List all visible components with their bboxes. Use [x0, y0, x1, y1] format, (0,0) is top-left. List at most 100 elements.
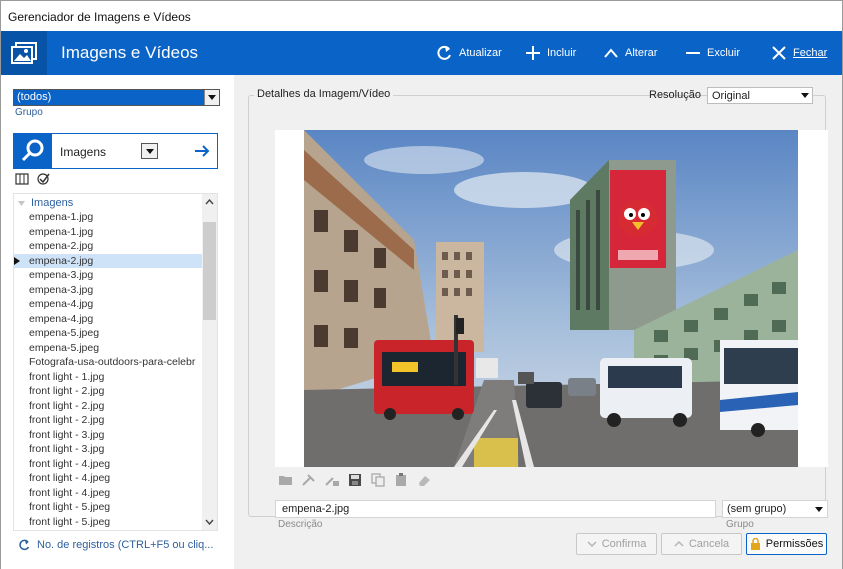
scroll-down-icon[interactable]	[202, 514, 217, 530]
image-group-combo[interactable]: (sem grupo)	[722, 500, 828, 518]
refresh-icon	[437, 45, 451, 60]
scroll-thumb[interactable]	[203, 222, 216, 320]
list-item[interactable]: empena-2.jpg	[14, 253, 203, 268]
close-button[interactable]: Fechar	[771, 43, 827, 63]
cancel-label: Cancela	[688, 538, 730, 550]
image-tools	[278, 472, 432, 488]
list-item-label: front light - 5.jpeg	[29, 515, 111, 528]
check-icon	[587, 541, 597, 548]
check-filter-icon[interactable]	[37, 172, 51, 186]
list-item[interactable]: empena-3.jpg	[14, 283, 203, 298]
list-item[interactable]: empena-1.jpg	[14, 225, 203, 240]
add-button[interactable]: Incluir	[525, 43, 576, 63]
copy-icon[interactable]	[370, 472, 386, 488]
eraser-icon[interactable]	[416, 472, 432, 488]
list-item-label: empena-2.jpg	[29, 240, 94, 252]
add-label: Incluir	[547, 47, 577, 59]
list-item[interactable]: front light - 4.jpeg	[14, 486, 203, 501]
list-item-label: empena-5.jpeg	[29, 341, 100, 354]
list-item-label: empena-1.jpg	[29, 211, 94, 223]
left-panel: (todos) Grupo Imagens Imagens empena-1.j…	[1, 75, 234, 569]
scan-settings-icon[interactable]	[324, 472, 340, 488]
page-title: Imagens e Vídeos	[61, 43, 199, 62]
search-type-dropdown[interactable]	[141, 143, 158, 159]
resolution-label: Resolução	[649, 89, 701, 101]
collapse-icon	[18, 200, 25, 206]
list-item[interactable]: front light - 3.jpg	[14, 428, 203, 443]
plus-icon	[526, 46, 540, 60]
list-item[interactable]: front light - 5.jpeg	[14, 500, 203, 515]
list-scrollbar[interactable]	[202, 194, 217, 530]
list-item[interactable]: front light - 2.jpg	[14, 399, 203, 414]
list-item-label: front light - 2.jpg	[29, 385, 105, 397]
list-item-label: front light - 4.jpeg	[29, 472, 111, 484]
columns-icon[interactable]	[15, 172, 29, 186]
permissions-button[interactable]: Permissões	[746, 533, 827, 555]
delete-button[interactable]: Excluir	[685, 43, 740, 63]
chevron-down-icon[interactable]	[204, 90, 219, 105]
image-group-label: Grupo	[726, 519, 754, 530]
list-item[interactable]: front light - 2.jpg	[14, 384, 203, 399]
search-box: Imagens	[13, 133, 218, 169]
refresh-button[interactable]: Atualizar	[435, 43, 502, 63]
list-item[interactable]: front light - 4.jpeg	[14, 471, 203, 486]
open-folder-icon[interactable]	[278, 472, 294, 488]
lock-icon	[750, 538, 760, 550]
list-item-label: front light - 2.jpg	[29, 414, 105, 426]
close-icon	[772, 46, 786, 60]
save-icon[interactable]	[347, 472, 363, 488]
arrow-right-icon[interactable]	[193, 142, 211, 163]
resolution-combo[interactable]: Original	[707, 87, 813, 104]
group-filter-combo[interactable]: (todos)	[13, 89, 220, 106]
title-bar: Gerenciador de Imagens e Vídeos	[1, 1, 842, 31]
scroll-up-icon[interactable]	[202, 194, 217, 210]
paste-icon[interactable]	[393, 472, 409, 488]
cancel-button[interactable]: Cancela	[661, 533, 742, 555]
list-item[interactable]: empena-5.jpeg	[14, 341, 203, 356]
chevron-down-icon[interactable]	[812, 502, 826, 516]
list-item[interactable]: empena-2.jpg	[14, 239, 203, 254]
list-item-label: front light - 4.jpeg	[29, 486, 111, 499]
list-item-label: front light - 3.jpg	[29, 428, 105, 441]
details-group: empena-2.jpg Descrição (sem grupo) Grupo	[248, 95, 828, 530]
record-count-text: No. de registros (CTRL+F5 ou cliq...	[37, 539, 214, 551]
window-title: Gerenciador de Imagens e Vídeos	[8, 10, 191, 24]
list-header-label: Imagens	[31, 197, 74, 209]
list-body: empena-1.jpg empena-1.jpg empena-2.jpg empe…	[14, 210, 203, 529]
edit-label: Alterar	[625, 47, 658, 59]
refresh-small-icon	[19, 539, 30, 551]
list-item[interactable]: front light - 2.jpg	[14, 413, 203, 428]
list-item[interactable]: front light - 1.jpg	[14, 370, 203, 385]
current-row-marker-icon	[14, 256, 20, 265]
list-item[interactable]: empena-4.jpg	[14, 297, 203, 312]
image-group-value: (sem grupo)	[727, 503, 787, 515]
list-item-label: front light - 1.jpg	[29, 370, 105, 383]
confirm-button[interactable]: Confirma	[576, 533, 657, 555]
list-item[interactable]: empena-5.jpeg	[14, 326, 203, 341]
edit-button[interactable]: Alterar	[603, 43, 657, 63]
list-item[interactable]: empena-1.jpg	[14, 210, 203, 225]
resolution-value: Original	[712, 90, 750, 102]
search-icon[interactable]	[14, 134, 52, 168]
record-count-link[interactable]: No. de registros (CTRL+F5 ou cliq...	[18, 539, 213, 551]
chevron-down-icon[interactable]	[797, 88, 812, 103]
description-field[interactable]: empena-2.jpg	[275, 500, 716, 518]
gallery-icon	[1, 31, 47, 75]
scan-icon[interactable]	[301, 472, 317, 488]
description-label: Descrição	[278, 519, 323, 530]
list-item-label: front light - 5.jpeg	[29, 501, 111, 513]
list-item[interactable]: front light - 3.jpg	[14, 442, 203, 457]
list-item[interactable]: front light - 4.jpeg	[14, 457, 203, 472]
list-header[interactable]: Imagens	[14, 196, 73, 210]
search-type-value: Imagens	[60, 145, 107, 159]
list-item[interactable]: empena-4.jpg	[14, 312, 203, 327]
list-item[interactable]: empena-3.jpg	[14, 268, 203, 283]
list-item[interactable]: Fotografa-usa-outdoors-para-celebr	[14, 355, 203, 370]
list-item-label: front light - 2.jpg	[29, 399, 105, 412]
list-item[interactable]: front light - 5.jpeg	[14, 515, 203, 530]
delete-label: Excluir	[707, 47, 741, 59]
details-panel: empena-2.jpg Descrição (sem grupo) Grupo…	[234, 75, 842, 569]
confirm-label: Confirma	[601, 538, 647, 550]
list-item-label: empena-1.jpg	[29, 225, 94, 238]
list-item-label: front light - 3.jpg	[29, 443, 105, 455]
